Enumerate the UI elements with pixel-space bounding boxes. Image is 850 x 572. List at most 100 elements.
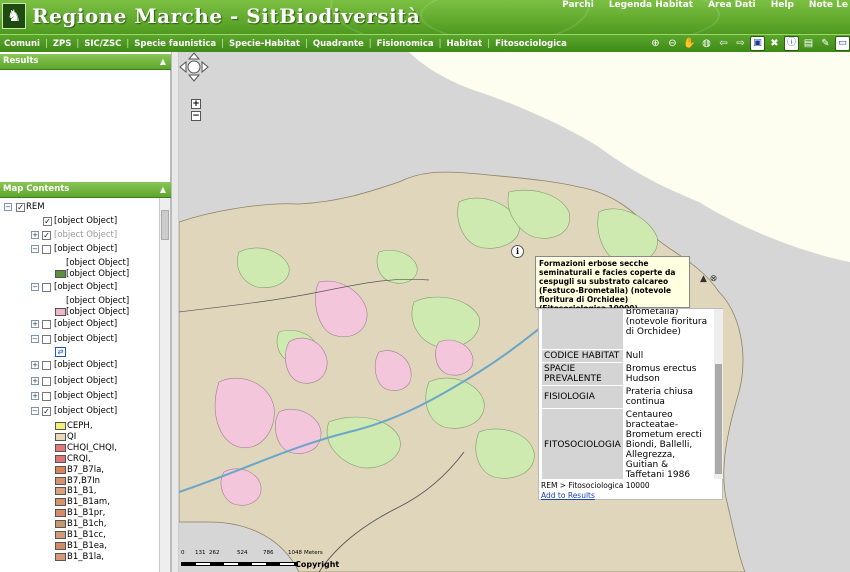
tree-item[interactable]: + [object Object] [0, 391, 158, 402]
map-contents-header[interactable]: Map Contents ▲ [0, 182, 171, 198]
legend-swatch [55, 520, 66, 529]
attribute-value: Null [622, 349, 712, 363]
layer-checkbox[interactable]: ✓ [42, 407, 51, 416]
tree-item[interactable]: ✓ [object Object] [0, 216, 158, 227]
identify-popup: (Festuco-Brometalia) (notevole fioritura… [538, 308, 723, 500]
nav-item-habitat[interactable]: Habitat [446, 39, 482, 49]
attribute-value: Bromus erectus Hudson [622, 362, 712, 386]
results-panel-header[interactable]: Results ▲ [0, 54, 171, 70]
pan-hand-icon[interactable]: ✋ [682, 36, 697, 51]
tree-item[interactable]: [object Object] [0, 296, 158, 307]
zoom-out-icon[interactable]: ⊖ [665, 36, 680, 51]
nav-item-comuni[interactable]: Comuni [4, 39, 40, 49]
scale-bar-graphic [181, 562, 298, 566]
map-view[interactable]: + − 0 131 262 524 786 1048 Meters Copyri… [179, 52, 850, 572]
link-help[interactable]: Help [771, 0, 794, 10]
nav-bar: Comuni | ZPS | SIC/ZSC | Specie faunistica | Spe… [0, 34, 850, 52]
tree-item[interactable]: − [object Object] [0, 282, 158, 293]
tree-root[interactable]: − ✓ REM [0, 202, 158, 213]
results-panel [0, 70, 171, 182]
nav-item-specie-faunistica[interactable]: Specie faunistica [134, 39, 216, 49]
layer-checkbox[interactable] [42, 320, 51, 329]
layer-checkbox[interactable] [42, 335, 51, 344]
layer-checkbox[interactable] [42, 392, 51, 401]
layer-checkbox[interactable] [42, 283, 51, 292]
tree-item[interactable]: − [object Object] [0, 244, 158, 255]
export-icon[interactable]: ▭ [835, 36, 850, 51]
layer-label: [object Object] [66, 269, 130, 279]
tree-item[interactable]: [object Object] [0, 258, 158, 269]
zoom-out-button[interactable]: − [191, 111, 201, 121]
expand-toggle-icon[interactable]: − [31, 245, 39, 253]
layer-label: [object Object] [66, 307, 130, 317]
popup-controls[interactable]: ▲ ⊗ [700, 274, 717, 284]
expand-toggle-icon[interactable]: + [31, 320, 39, 328]
link-parchi[interactable]: Parchi [562, 0, 594, 10]
measure-icon[interactable]: ✎ [818, 36, 833, 51]
layer-checkbox[interactable] [42, 245, 51, 254]
expand-toggle-icon[interactable]: + [31, 231, 39, 239]
map-contents-panel: − ✓ REM ✓ [object Object] + ✓ [object Object] −[… [0, 198, 171, 572]
tree-item[interactable]: − [object Object] [0, 334, 158, 345]
expand-toggle-icon[interactable]: − [31, 335, 39, 343]
map-canvas[interactable] [179, 52, 850, 572]
tree-item[interactable]: + [object Object] [0, 319, 158, 330]
copyright-label[interactable]: Copyright [295, 560, 339, 569]
legend-label: CRQI, [67, 453, 91, 464]
scale-label: 131 [195, 550, 206, 556]
nav-item-specie-habitat[interactable]: Specie-Habitat [229, 39, 300, 49]
nav-item-fisionomica[interactable]: Fisionomica [377, 39, 434, 49]
forward-icon[interactable]: ⇨ [733, 36, 748, 51]
back-icon[interactable]: ⇦ [716, 36, 731, 51]
link-note-legali[interactable]: Note Le [809, 0, 848, 10]
layer-checkbox[interactable] [42, 361, 51, 370]
add-to-results-link[interactable]: Add to Results [541, 491, 595, 500]
tree-scrollbar[interactable] [159, 198, 170, 572]
tree-item[interactable]: + ✓ [object Object] [0, 230, 158, 241]
expand-toggle-icon[interactable]: + [31, 361, 39, 369]
select-icon[interactable]: ▣ [750, 36, 765, 51]
legend-swatch [55, 487, 66, 496]
panel-splitter[interactable] [171, 52, 179, 572]
nav-item-sic-zsc[interactable]: SIC/ZSC [84, 39, 121, 49]
layer-checkbox[interactable]: ✓ [43, 217, 52, 226]
collapse-icon[interactable]: ▲ [160, 185, 166, 194]
link-area-dati[interactable]: Area Dati [708, 0, 756, 10]
nav-item-zps[interactable]: ZPS [53, 39, 72, 49]
full-extent-icon[interactable]: ◍ [699, 36, 714, 51]
layer-checkbox[interactable]: ✓ [16, 203, 25, 212]
print-icon[interactable]: ▤ [801, 36, 816, 51]
expand-toggle-icon[interactable]: + [31, 392, 39, 400]
layer-label: [object Object] [54, 391, 118, 401]
popup-scrollbar[interactable] [714, 309, 723, 479]
legend-swatch [55, 432, 66, 441]
attribute-row: CODICE HABITAT Null [541, 349, 712, 363]
zoom-in-button[interactable]: + [191, 99, 201, 109]
expand-toggle-icon[interactable]: + [31, 377, 39, 385]
layer-label: [object Object] [54, 282, 118, 292]
info-marker-icon[interactable]: i [511, 245, 524, 258]
layer-checkbox[interactable]: ✓ [42, 231, 51, 240]
nav-item-fitosociologica[interactable]: Fitosociologica [495, 39, 567, 49]
attribute-key: FITOSOCIOLOGIA [541, 408, 624, 479]
tree-item[interactable]: [object Object] [0, 269, 158, 280]
tree-item[interactable]: + [object Object] [0, 360, 158, 371]
expand-toggle-icon[interactable]: − [4, 203, 12, 211]
layer-checkbox[interactable] [42, 377, 51, 386]
expand-toggle-icon[interactable]: − [31, 283, 39, 291]
collapse-icon[interactable]: ▲ [160, 57, 166, 66]
tree-item[interactable]: [object Object] [0, 307, 158, 318]
expand-toggle-icon[interactable]: − [31, 407, 39, 415]
link-legenda-habitat[interactable]: Legenda Habitat [609, 0, 693, 10]
tree-item[interactable]: − ✓ [object Object] [0, 406, 158, 417]
legend-swatch [55, 443, 66, 452]
tree-item[interactable]: + [object Object] [0, 376, 158, 387]
legend-swatch [55, 454, 66, 463]
attribute-row: (Festuco-Brometalia) (notevole fioritura… [541, 309, 712, 350]
info-icon[interactable]: ⓘ [784, 36, 799, 51]
layer-label: [object Object] [54, 406, 118, 416]
zoom-in-icon[interactable]: ⊕ [648, 36, 663, 51]
pan-control-icon[interactable] [179, 52, 209, 82]
nav-item-quadrante[interactable]: Quadrante [313, 39, 364, 49]
clear-icon[interactable]: ✖ [767, 36, 782, 51]
